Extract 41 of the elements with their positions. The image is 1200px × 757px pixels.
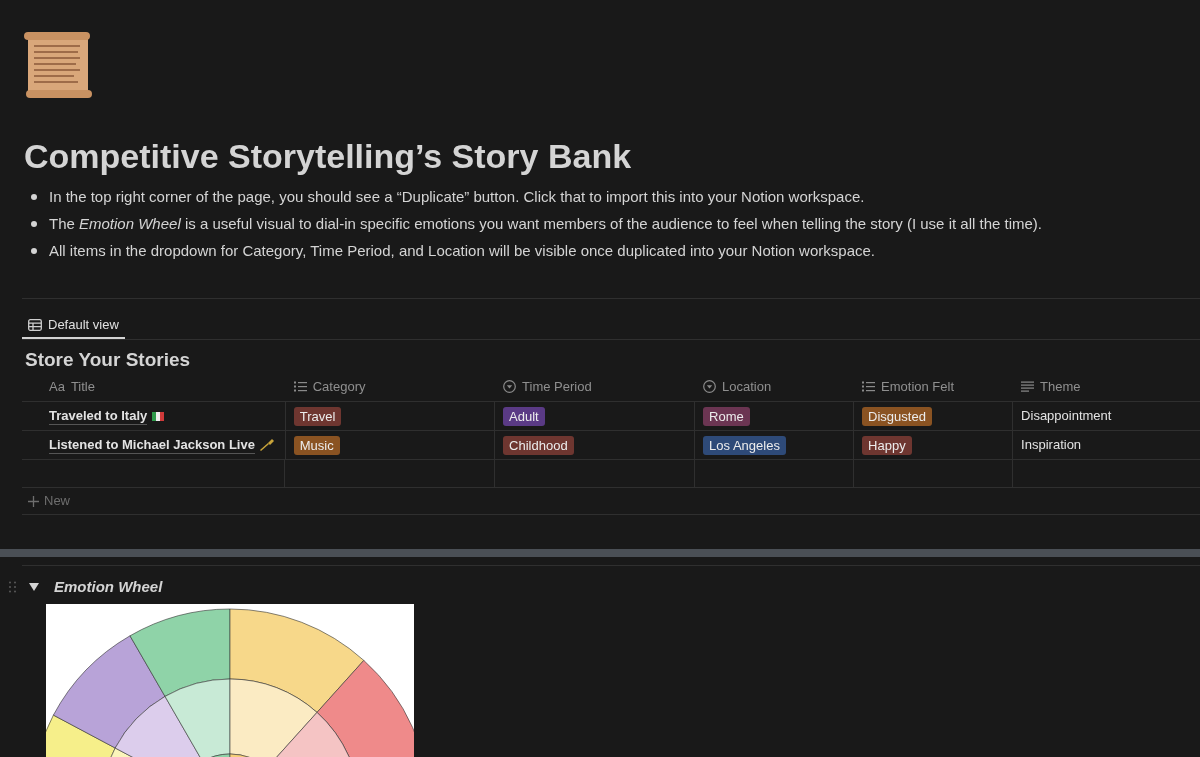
- column-header[interactable]: Location: [722, 376, 772, 397]
- bullet-text: The Emotion Wheel is a useful visual to dial-in specific emotions you want members of the audience to feel when telling the story (I use it all the time).: [49, 214, 1042, 234]
- column-header[interactable]: Time Period: [522, 376, 592, 397]
- tag: Adult: [503, 406, 545, 426]
- tag: Rome: [703, 406, 750, 426]
- toggle-button[interactable]: [28, 581, 40, 593]
- table-cell-text: Inspiration: [1021, 436, 1082, 455]
- view-tab[interactable]: Default view: [22, 313, 125, 339]
- row-title[interactable]: Listened to Michael Jackson Live: [49, 436, 255, 454]
- row-title[interactable]: Traveled to Italy: [49, 407, 148, 425]
- column-header[interactable]: Theme: [1040, 376, 1081, 397]
- column-header[interactable]: Category: [312, 376, 366, 397]
- bullet-icon: [31, 194, 37, 200]
- drag-handle-icon[interactable]: [9, 581, 16, 593]
- dropdown-circle-icon: [703, 380, 717, 393]
- database-title: Store Your Stories: [25, 348, 192, 372]
- list-icon: [862, 381, 876, 392]
- bullet-text: In the top right corner of the page, you should see a “Duplicate” button. Click that to import this into your Notion workspace.: [49, 187, 865, 207]
- bullet-text: All items in the dropdown for Category, Time Period, and Location will be visible once duplicated into your Notion workspace.: [49, 241, 875, 261]
- dropdown-circle-icon: [503, 380, 517, 393]
- tag: Los Angeles: [703, 435, 786, 455]
- new-row-button[interactable]: New: [22, 491, 70, 511]
- plus-icon: [28, 495, 39, 507]
- tag: Music: [293, 435, 340, 455]
- title-type-icon: Aa: [49, 376, 65, 397]
- page-title: Competitive Storytelling’s Story Bank: [24, 136, 633, 176]
- bullet-icon: [31, 221, 37, 227]
- table-icon: [28, 319, 42, 331]
- list-icon: [293, 381, 307, 392]
- table-cell-text: Disappointment: [1021, 407, 1112, 426]
- column-header[interactable]: Emotion Felt: [881, 376, 955, 397]
- column-header[interactable]: Title: [70, 376, 95, 397]
- toggle-title[interactable]: Emotion Wheel: [54, 575, 163, 599]
- tag: Childhood: [503, 435, 574, 455]
- tag: Travel: [293, 406, 342, 426]
- flag-icon: [152, 411, 165, 421]
- tag: Disgusted: [862, 406, 932, 426]
- scroll-icon: [24, 30, 92, 100]
- text-lines-icon: [1021, 381, 1035, 392]
- tag: Happy: [862, 435, 912, 455]
- bullet-icon: [31, 248, 37, 254]
